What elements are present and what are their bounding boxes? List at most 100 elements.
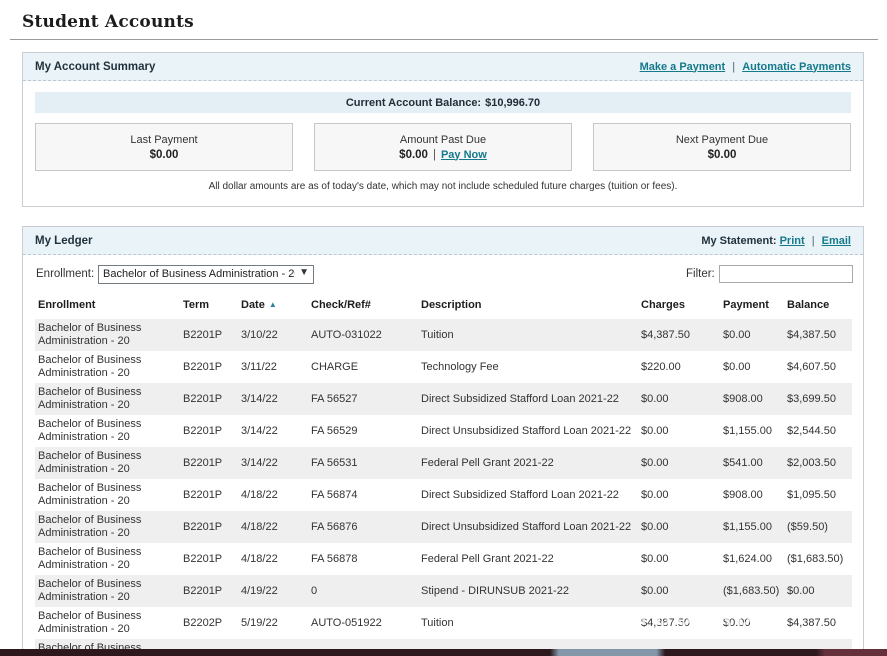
- table-row: Bachelor of Business Administration - 20…: [35, 415, 852, 447]
- cell-ref: FA 56874: [308, 479, 418, 511]
- current-balance-amount: $10,996.70: [485, 97, 540, 109]
- current-balance-bar: Current Account Balance: $10,996.70: [35, 92, 851, 113]
- cell-ref: AUTO-051922: [308, 607, 418, 639]
- cell-balance: $4,387.50: [784, 607, 852, 639]
- filter-input[interactable]: [719, 265, 853, 283]
- cell-charges: $220.00: [638, 351, 720, 383]
- cell-charges: $0.00: [638, 415, 720, 447]
- summary-boxes: Last Payment $0.00 Amount Past Due $0.00…: [35, 123, 851, 171]
- cell-ref: FA 56531: [308, 447, 418, 479]
- cell-ref: 0: [308, 575, 418, 607]
- last-payment-amount: $0.00: [150, 149, 179, 161]
- cell-term: B2201P: [180, 415, 238, 447]
- column-header-checkref[interactable]: Check/Ref#: [308, 292, 418, 319]
- cell-date: 4/18/22: [238, 511, 308, 543]
- column-header-term[interactable]: Term: [180, 292, 238, 319]
- cell-charges: $0.00: [638, 447, 720, 479]
- cell-date: 3/14/22: [238, 447, 308, 479]
- table-row: Bachelor of Business Administration - 20…: [35, 319, 852, 351]
- account-summary-title: My Account Summary: [35, 61, 155, 73]
- last-payment-box: Last Payment $0.00: [35, 123, 293, 171]
- cell-description: Tuition: [418, 319, 638, 351]
- table-row: Bachelor of Business Administration - 20…: [35, 543, 852, 575]
- cell-description: Federal Pell Grant 2021-22: [418, 543, 638, 575]
- automatic-payments-link[interactable]: Automatic Payments: [742, 61, 851, 73]
- enrollment-label: Enrollment:: [36, 268, 94, 280]
- cell-term: B2201P: [180, 383, 238, 415]
- cell-date: 5/19/22: [238, 607, 308, 639]
- cell-balance: $0.00: [784, 575, 852, 607]
- cell-date: 4/19/22: [238, 575, 308, 607]
- column-header-payment[interactable]: Payment: [720, 292, 784, 319]
- pay-now-separator: |: [433, 149, 436, 161]
- cell-enrollment: Bachelor of Business Administration - 20: [35, 479, 180, 511]
- cell-payment: $0.00: [720, 607, 784, 639]
- cell-date: 3/10/22: [238, 319, 308, 351]
- column-header-enrollment[interactable]: Enrollment: [35, 292, 180, 319]
- cell-balance: $4,607.50: [784, 351, 852, 383]
- table-row: Bachelor of Business Administration - 20…: [35, 447, 852, 479]
- cell-payment: $1,624.00: [720, 543, 784, 575]
- cell-charges: $4,387.50: [638, 607, 720, 639]
- cell-balance: ($59.50): [784, 511, 852, 543]
- pay-now-link[interactable]: Pay Now: [441, 149, 487, 161]
- column-header-date[interactable]: Date▲: [238, 292, 308, 319]
- cell-date: 3/14/22: [238, 415, 308, 447]
- ledger-panel: My Ledger My Statement: Print | Email En…: [22, 226, 864, 656]
- cell-enrollment: Bachelor of Business Administration - 20: [35, 607, 180, 639]
- cell-balance: $1,095.50: [784, 479, 852, 511]
- cell-balance: ($1,683.50): [784, 543, 852, 575]
- cell-term: B2201P: [180, 319, 238, 351]
- column-header-charges[interactable]: Charges: [638, 292, 720, 319]
- cell-enrollment: Bachelor of Business Administration - 20: [35, 511, 180, 543]
- cell-payment: $0.00: [720, 319, 784, 351]
- cell-balance: $2,544.50: [784, 415, 852, 447]
- table-row: Bachelor of Business Administration - 20…: [35, 575, 852, 607]
- next-payment-due-amount: $0.00: [708, 149, 737, 161]
- table-row: Bachelor of Business Administration - 20…: [35, 351, 852, 383]
- cell-date: 3/14/22: [238, 383, 308, 415]
- cell-term: B2201P: [180, 543, 238, 575]
- title-divider: [10, 39, 878, 40]
- email-statement-link[interactable]: Email: [822, 235, 851, 247]
- cell-enrollment: Bachelor of Business Administration - 20: [35, 447, 180, 479]
- cell-term: B2201P: [180, 447, 238, 479]
- link-separator: |: [732, 61, 735, 73]
- ledger-controls: Enrollment: Bachelor of Business Adminis…: [35, 255, 851, 292]
- cell-payment: $1,155.00: [720, 415, 784, 447]
- sort-ascending-icon: ▲: [269, 300, 277, 309]
- column-header-balance[interactable]: Balance: [784, 292, 852, 319]
- cell-description: Technology Fee: [418, 351, 638, 383]
- account-summary-panel: My Account Summary Make a Payment | Auto…: [22, 52, 864, 207]
- ledger-table-body: Bachelor of Business Administration - 20…: [35, 319, 852, 656]
- amount-past-due-amount: $0.00: [399, 149, 428, 161]
- cell-payment: ($1,683.50): [720, 575, 784, 607]
- enrollment-select[interactable]: Bachelor of Business Administration - 20: [98, 265, 314, 284]
- cell-description: Stipend - DIRUNSUB 2021-22: [418, 575, 638, 607]
- statement-links: My Statement: Print | Email: [701, 235, 851, 247]
- table-header-row: Enrollment Term Date▲ Check/Ref# Descrip…: [35, 292, 852, 319]
- current-balance-label: Current Account Balance:: [346, 97, 481, 109]
- print-statement-link[interactable]: Print: [780, 235, 805, 247]
- cell-description: Tuition: [418, 607, 638, 639]
- cell-charges: $0.00: [638, 575, 720, 607]
- cell-enrollment: Bachelor of Business Administration - 20: [35, 575, 180, 607]
- table-row: Bachelor of Business Administration - 20…: [35, 479, 852, 511]
- amount-past-due-label: Amount Past Due: [400, 134, 486, 146]
- cell-balance: $2,003.50: [784, 447, 852, 479]
- cell-description: Direct Subsidized Stafford Loan 2021-22: [418, 479, 638, 511]
- summary-header-links: Make a Payment | Automatic Payments: [640, 61, 851, 73]
- cell-charges: $0.00: [638, 543, 720, 575]
- cell-enrollment: Bachelor of Business Administration - 20: [35, 351, 180, 383]
- statement-link-separator: |: [812, 235, 815, 247]
- cell-term: B2201P: [180, 511, 238, 543]
- ledger-table: Enrollment Term Date▲ Check/Ref# Descrip…: [35, 292, 852, 656]
- cell-term: B2201P: [180, 479, 238, 511]
- cell-description: Federal Pell Grant 2021-22: [418, 447, 638, 479]
- cell-date: 4/18/22: [238, 543, 308, 575]
- enrollment-select-wrap: Bachelor of Business Administration - 20…: [98, 264, 314, 283]
- cell-ref: FA 56529: [308, 415, 418, 447]
- make-a-payment-link[interactable]: Make a Payment: [640, 61, 726, 73]
- page-title: Student Accounts: [22, 12, 194, 32]
- column-header-description[interactable]: Description: [418, 292, 638, 319]
